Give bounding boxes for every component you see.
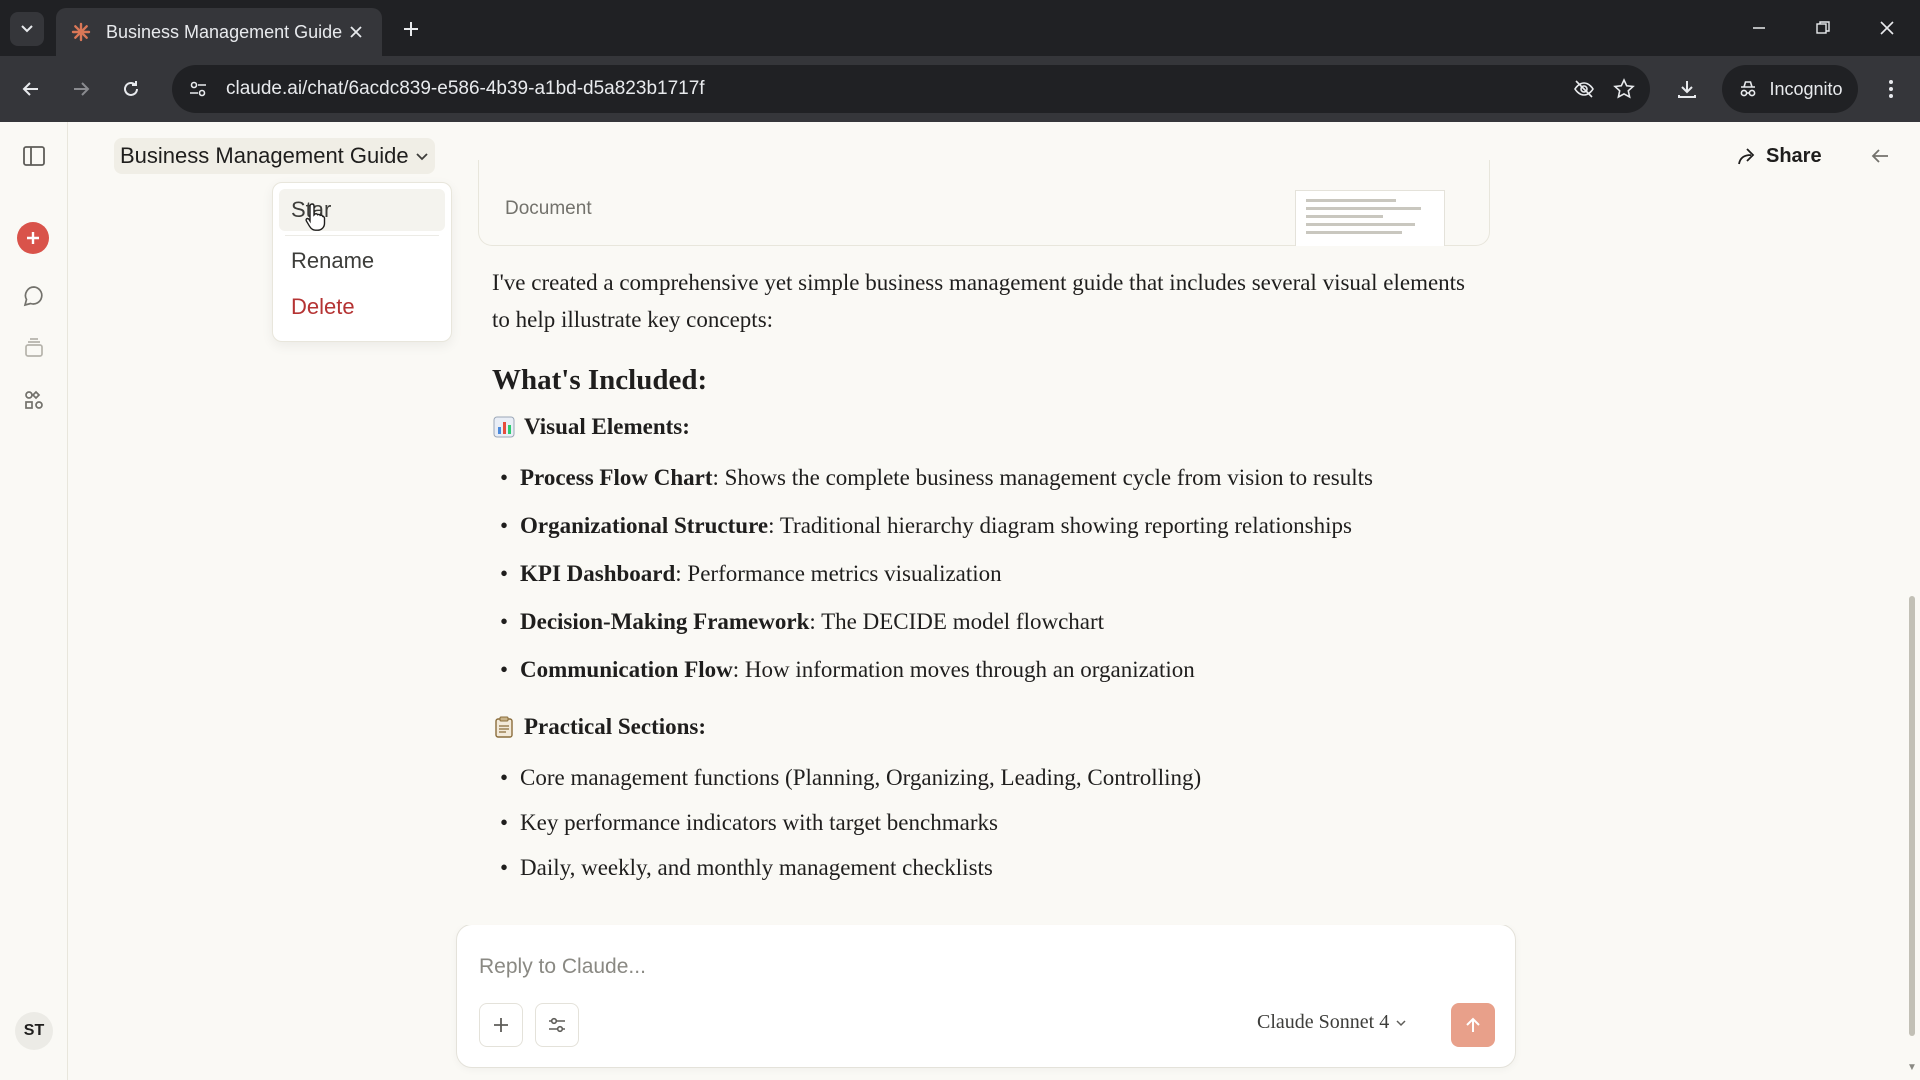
tab-close-icon[interactable] bbox=[344, 20, 368, 44]
visual-elements-heading: Visual Elements: bbox=[492, 408, 1472, 445]
chevron-down-icon bbox=[21, 25, 33, 33]
practical-sections-list: Core management functions (Planning, Org… bbox=[492, 759, 1472, 886]
download-icon bbox=[1678, 81, 1696, 98]
reload-button[interactable] bbox=[112, 70, 150, 108]
menu-item-rename[interactable]: Rename bbox=[279, 240, 445, 282]
user-avatar[interactable]: ST bbox=[15, 1012, 53, 1050]
browser-toolbar: claude.ai/chat/6acdc839-e586-4b39-a1bd-d… bbox=[0, 56, 1920, 122]
browser-tab-active[interactable]: Business Management Guide - bbox=[56, 8, 382, 56]
chevron-down-icon bbox=[415, 153, 428, 161]
list-item: Communication Flow: How information move… bbox=[492, 651, 1472, 688]
scrollbar-thumb[interactable] bbox=[1909, 596, 1915, 1036]
new-tab-button[interactable] bbox=[396, 14, 426, 44]
arrow-left-icon bbox=[1871, 149, 1888, 163]
scroll-down-icon[interactable]: ▼ bbox=[1907, 1062, 1917, 1073]
chats-button[interactable] bbox=[14, 276, 54, 316]
url-text: claude.ai/chat/6acdc839-e586-4b39-a1bd-d… bbox=[226, 78, 705, 99]
share-button[interactable]: Share bbox=[1736, 139, 1822, 173]
sidebar-icon bbox=[23, 146, 45, 166]
arrow-left-icon bbox=[22, 82, 38, 96]
bookmark-star-icon[interactable] bbox=[1604, 69, 1644, 109]
model-selector[interactable]: Claude Sonnet 4 bbox=[1257, 1011, 1407, 1034]
reply-composer: Claude Sonnet 4 bbox=[456, 907, 1516, 1068]
folder-stack-icon bbox=[25, 338, 43, 357]
list-item: KPI Dashboard: Performance metrics visua… bbox=[492, 555, 1472, 592]
chat-title: Business Management Guide bbox=[120, 143, 409, 168]
browser-menu-button[interactable] bbox=[1872, 70, 1910, 108]
downloads-button[interactable] bbox=[1668, 70, 1706, 108]
arrow-up-icon bbox=[1466, 1017, 1480, 1032]
back-button[interactable] bbox=[12, 70, 50, 108]
artifacts-button[interactable] bbox=[14, 380, 54, 420]
section-heading: What's Included: bbox=[492, 364, 708, 396]
close-icon bbox=[1880, 21, 1894, 35]
list-item: Core management functions (Planning, Org… bbox=[492, 759, 1472, 796]
browser-tab-bar: Business Management Guide - bbox=[0, 0, 1920, 56]
minimize-icon bbox=[1753, 27, 1765, 29]
forward-button[interactable] bbox=[62, 70, 100, 108]
arrow-right-icon bbox=[74, 82, 90, 96]
practical-sections-label: Practical Sections: bbox=[524, 714, 707, 739]
restore-icon bbox=[1816, 21, 1830, 34]
toggle-sidebar-button[interactable] bbox=[14, 136, 54, 176]
reply-input[interactable] bbox=[479, 947, 1379, 987]
artifact-card[interactable]: Document bbox=[478, 160, 1490, 246]
send-button[interactable] bbox=[1451, 1003, 1495, 1047]
sidebar-rail: ST bbox=[0, 122, 68, 1080]
menu-item-delete[interactable]: Delete bbox=[279, 286, 445, 328]
list-item: Daily, weekly, and monthly management ch… bbox=[492, 849, 1472, 886]
chat-options-menu: Star Rename Delete bbox=[272, 182, 452, 342]
projects-button[interactable] bbox=[14, 328, 54, 368]
claude-favicon-icon bbox=[70, 21, 92, 43]
attach-button[interactable] bbox=[479, 1003, 523, 1047]
list-item: Decision-Making Framework: The DECIDE mo… bbox=[492, 603, 1472, 640]
clipboard-icon bbox=[492, 715, 516, 739]
tab-title: Business Management Guide - bbox=[106, 21, 344, 42]
artifact-type-label: Document bbox=[505, 198, 592, 219]
chat-title-dropdown[interactable]: Business Management Guide bbox=[114, 138, 435, 174]
list-item: Organizational Structure: Traditional hi… bbox=[492, 507, 1472, 544]
chevron-down-icon bbox=[1396, 1019, 1406, 1026]
restore-button[interactable] bbox=[1798, 8, 1848, 48]
close-window-button[interactable] bbox=[1862, 8, 1912, 48]
model-name: Claude Sonnet 4 bbox=[1257, 1011, 1390, 1033]
message-intro: I've created a comprehensive yet simple … bbox=[492, 270, 1466, 332]
tools-button[interactable] bbox=[535, 1003, 579, 1047]
menu-divider bbox=[285, 235, 439, 236]
visual-elements-label: Visual Elements: bbox=[524, 414, 690, 439]
eye-off-icon[interactable] bbox=[1564, 69, 1604, 109]
sliders-icon bbox=[549, 1017, 565, 1033]
document-thumbnail bbox=[1295, 190, 1445, 246]
share-label: Share bbox=[1766, 144, 1822, 167]
incognito-icon bbox=[1741, 81, 1756, 97]
bar-chart-icon bbox=[492, 415, 516, 439]
assistant-message: I've created a comprehensive yet simple … bbox=[492, 264, 1472, 906]
list-item: Process Flow Chart: Shows the complete b… bbox=[492, 459, 1472, 496]
reload-icon bbox=[124, 81, 138, 96]
more-vertical-icon bbox=[1889, 80, 1893, 98]
page-scrollbar[interactable]: ▼ bbox=[1904, 122, 1920, 1080]
plus-icon bbox=[27, 232, 39, 244]
plus-icon bbox=[494, 1018, 508, 1032]
minimize-button[interactable] bbox=[1734, 8, 1784, 48]
incognito-indicator[interactable]: Incognito bbox=[1722, 65, 1858, 113]
share-icon bbox=[1738, 148, 1755, 165]
practical-sections-heading: Practical Sections: bbox=[492, 708, 1472, 745]
tab-search-button[interactable] bbox=[10, 12, 44, 46]
hand-cursor-icon bbox=[305, 203, 326, 231]
address-bar[interactable]: claude.ai/chat/6acdc839-e586-4b39-a1bd-d… bbox=[172, 65, 1650, 113]
incognito-label: Incognito bbox=[1769, 78, 1843, 99]
list-item: Key performance indicators with target b… bbox=[492, 804, 1472, 841]
site-settings-icon[interactable] bbox=[178, 69, 218, 109]
close-artifact-button[interactable] bbox=[1862, 138, 1898, 174]
new-chat-button[interactable] bbox=[17, 222, 49, 254]
artifacts-icon bbox=[25, 390, 43, 409]
visual-elements-list: Process Flow Chart: Shows the complete b… bbox=[492, 459, 1472, 688]
chat-bubble-icon bbox=[23, 286, 43, 307]
plus-icon bbox=[404, 22, 418, 36]
